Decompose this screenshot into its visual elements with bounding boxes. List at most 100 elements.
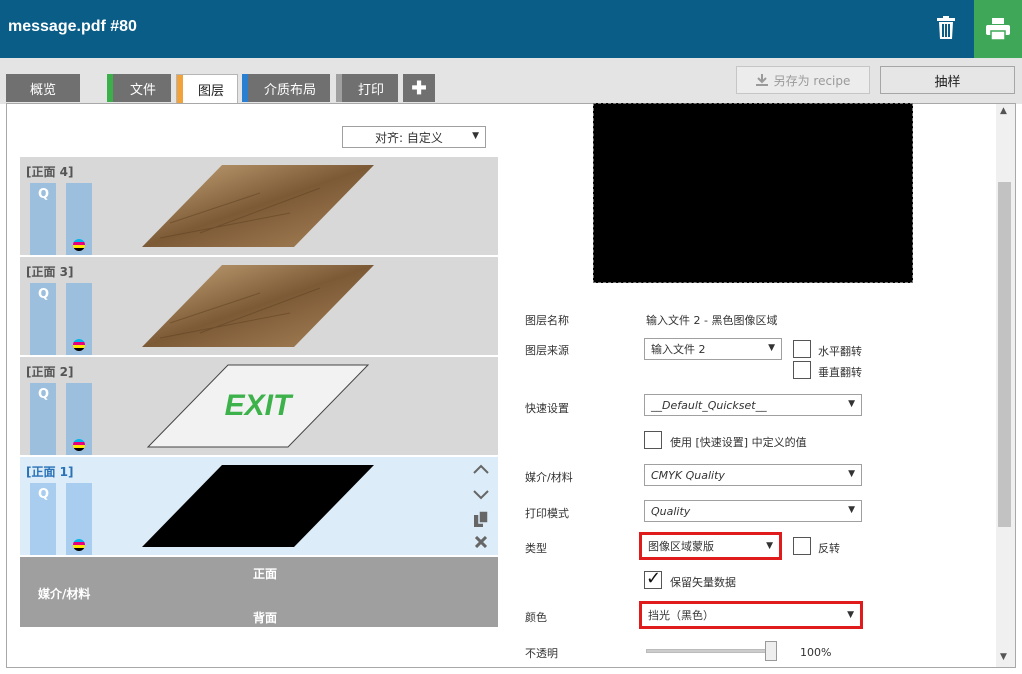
quickset-select[interactable]: __Default_Quickset__ ▼ — [644, 394, 862, 416]
type-select[interactable]: 图像区域蒙版 ▼ — [639, 532, 782, 560]
quickset-label: 快速设置 — [525, 402, 569, 415]
layer-item-front-2[interactable]: [正面 2] Q EXIT — [20, 357, 498, 456]
trash-icon — [937, 16, 955, 39]
print-mode-label: 打印模式 — [525, 507, 569, 520]
layer-source-value: 输入文件 2 — [651, 343, 706, 356]
scroll-down-arrow-icon[interactable]: ▼ — [1000, 652, 1007, 662]
scroll-up-arrow-icon[interactable]: ▲ — [1000, 106, 1007, 116]
delete-layer-button[interactable] — [472, 533, 490, 551]
tab-media-layout[interactable]: 介质布局 — [242, 74, 330, 102]
color-column — [66, 183, 92, 255]
dropdown-arrow-icon: ▼ — [848, 505, 855, 515]
invert-label: 反转 — [818, 542, 840, 555]
print-mode-value: Quality — [651, 504, 691, 518]
dropdown-arrow-icon: ▼ — [847, 610, 854, 620]
back-label: 背面 — [253, 611, 278, 625]
flip-horizontal-checkbox[interactable] — [793, 340, 811, 358]
media-bar: 正面 媒介/材料 背面 — [20, 557, 498, 627]
front-label: 正面 — [253, 567, 278, 581]
layer-label: [正面 2] — [26, 365, 74, 379]
cmyk-icon — [73, 539, 85, 551]
layer-thumbnail-wood — [142, 165, 374, 247]
keep-vector-checkbox[interactable] — [644, 568, 662, 589]
layer-label: [正面 1] — [26, 465, 74, 479]
quality-letter: Q — [38, 287, 50, 302]
color-column — [66, 383, 92, 455]
move-up-button[interactable] — [472, 460, 490, 478]
print-button[interactable] — [974, 0, 1022, 58]
media-label: 媒介/材料 — [38, 587, 91, 601]
tab-print[interactable]: 打印 — [336, 74, 398, 102]
sample-label: 抽样 — [934, 74, 961, 90]
layer-name-label: 图层名称 — [525, 314, 569, 327]
quality-column: Q — [30, 383, 56, 455]
layer-item-front-3[interactable]: [正面 3] Q — [20, 257, 498, 356]
cmyk-icon — [73, 339, 85, 351]
tab-label: 介质布局 — [263, 81, 316, 97]
dropdown-arrow-icon: ▼ — [766, 541, 773, 551]
layer-thumbnail-wood — [142, 265, 374, 347]
chevron-down-icon — [473, 490, 489, 500]
dropdown-arrow-icon: ▼ — [848, 469, 855, 479]
layer-item-front-4[interactable]: [正面 4] Q — [20, 157, 498, 256]
tab-label: 图层 — [197, 83, 224, 98]
layer-source-label: 图层来源 — [525, 344, 569, 357]
tab-color-stripe — [242, 74, 248, 102]
quality-column: Q — [30, 283, 56, 355]
type-value: 图像区域蒙版 — [648, 540, 714, 553]
layer-source-select[interactable]: 输入文件 2 ▼ — [644, 338, 782, 360]
layer-label: [正面 3] — [26, 265, 74, 279]
layer-label: [正面 4] — [26, 165, 74, 179]
color-column — [66, 483, 92, 555]
save-recipe-label: 另存为 recipe — [773, 73, 851, 88]
quickset-value: __Default_Quickset__ — [651, 398, 767, 412]
print-mode-select[interactable]: Quality ▼ — [644, 500, 862, 522]
opacity-value: 100% — [800, 646, 832, 659]
plus-icon: ✚ — [411, 77, 427, 98]
layer-item-front-1[interactable]: [正面 1] Q — [20, 457, 498, 556]
window-title: message.pdf #80 — [8, 18, 137, 35]
flip-vertical-label: 垂直翻转 — [818, 366, 862, 379]
quality-column: Q — [30, 483, 56, 555]
move-down-button[interactable] — [472, 486, 490, 504]
add-tab-button[interactable]: ✚ — [403, 74, 435, 102]
tab-files[interactable]: 文件 — [107, 74, 171, 102]
sample-button[interactable]: 抽样 — [880, 66, 1015, 94]
tab-overview[interactable]: 概览 — [6, 74, 80, 102]
cmyk-icon — [73, 439, 85, 451]
media-material-label: 媒介/材料 — [525, 471, 573, 484]
copy-icon — [474, 511, 488, 527]
scrollbar-thumb[interactable] — [998, 182, 1011, 527]
dropdown-arrow-icon: ▼ — [472, 131, 479, 141]
tab-color-stripe — [336, 74, 342, 102]
delete-button[interactable] — [928, 10, 964, 46]
download-icon — [755, 74, 768, 86]
layer-preview — [593, 103, 913, 283]
align-select[interactable]: 对齐: 自定义 ▼ — [342, 126, 486, 148]
tab-color-stripe — [107, 74, 113, 102]
color-select[interactable]: 挡光（黑色） ▼ — [639, 601, 863, 629]
chevron-up-icon — [473, 464, 489, 474]
type-label: 类型 — [525, 542, 547, 555]
invert-checkbox[interactable] — [793, 537, 811, 555]
align-value: 对齐: 自定义 — [375, 130, 443, 145]
save-recipe-button[interactable]: 另存为 recipe — [736, 66, 870, 94]
tab-layers[interactable]: 图层 — [176, 74, 238, 104]
duplicate-layer-button[interactable] — [472, 510, 490, 528]
quality-letter: Q — [38, 387, 50, 402]
close-icon — [475, 536, 487, 548]
color-label: 颜色 — [525, 611, 547, 624]
layer-thumbnail-exit: EXIT — [146, 364, 370, 448]
flip-horizontal-label: 水平翻转 — [818, 345, 862, 358]
use-quickset-checkbox[interactable] — [644, 431, 662, 449]
opacity-slider-thumb[interactable] — [765, 641, 777, 661]
title-bar: message.pdf #80 — [0, 0, 1022, 58]
quality-column: Q — [30, 183, 56, 255]
dropdown-arrow-icon: ▼ — [768, 343, 775, 353]
layer-name-value: 输入文件 2 - 黑色图像区域 — [646, 314, 778, 327]
opacity-slider-track[interactable] — [646, 649, 766, 653]
media-material-select[interactable]: CMYK Quality ▼ — [644, 464, 862, 486]
flip-vertical-checkbox[interactable] — [793, 361, 811, 379]
quality-letter: Q — [38, 487, 50, 502]
dropdown-arrow-icon: ▼ — [848, 399, 855, 409]
